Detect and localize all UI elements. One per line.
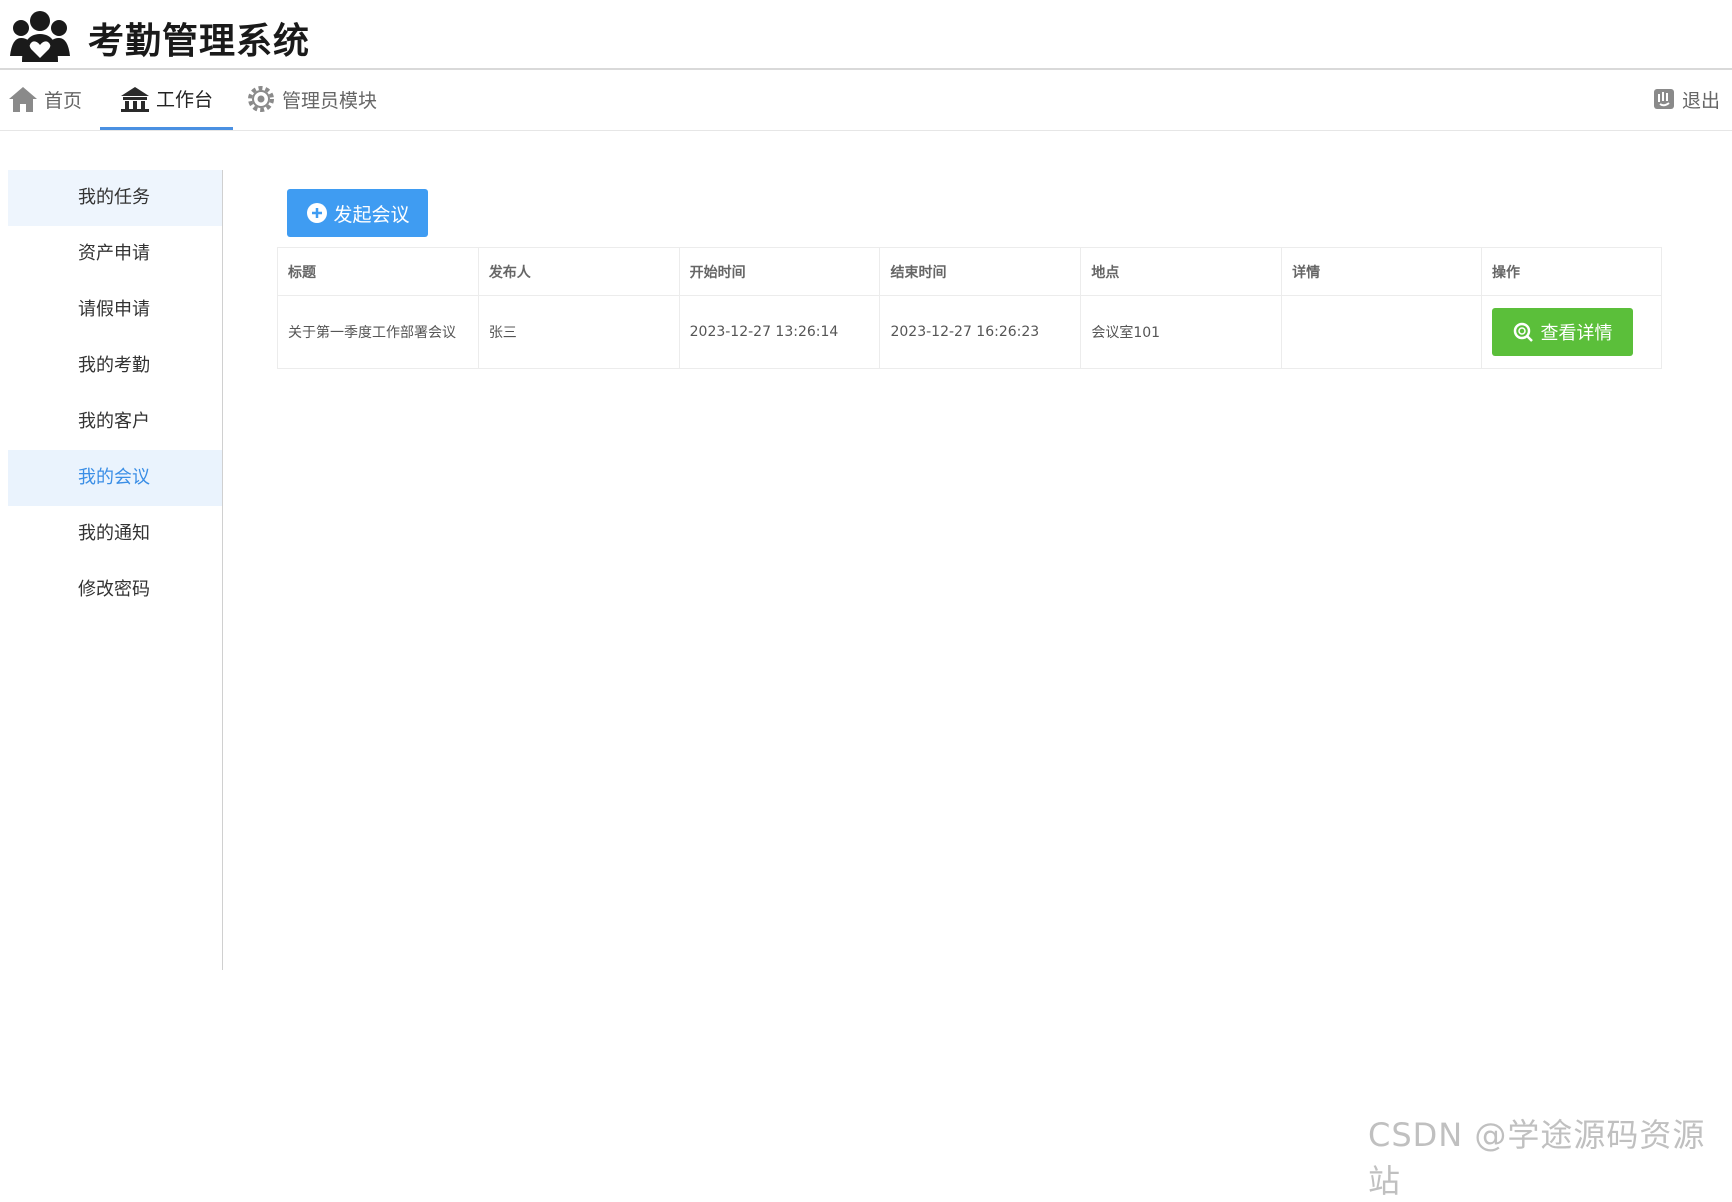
col-location: 地点: [1080, 247, 1283, 296]
home-icon: [9, 87, 37, 112]
table-header-row: 标题 发布人 开始时间 结束时间 地点 详情 操作: [277, 247, 1663, 296]
col-title: 标题: [277, 247, 479, 296]
top-nav: 首页 工作台 管理员模块 退出: [0, 70, 1732, 131]
nav-admin[interactable]: 管理员模块: [246, 70, 377, 128]
view-details-button[interactable]: 查看详情: [1491, 308, 1633, 356]
table-row: 关于第一季度工作部署会议 张三 2023-12-27 13:26:14 2023…: [277, 295, 1663, 369]
meetings-table: 标题 发布人 开始时间 结束时间 地点 详情 操作 关于第一季度工作部署会议 张…: [277, 247, 1663, 369]
sidebar-item-attendance[interactable]: 我的考勤: [8, 338, 222, 394]
nav-logout[interactable]: 退出: [1652, 70, 1720, 128]
col-end-time: 结束时间: [879, 247, 1082, 296]
new-meeting-label: 发起会议: [333, 203, 410, 226]
sidebar-item-leave-request[interactable]: 请假申请: [8, 282, 222, 338]
sidebar-item-notifications[interactable]: 我的通知: [8, 506, 222, 562]
nav-home[interactable]: 首页: [8, 70, 82, 128]
users-heart-icon: [10, 11, 70, 62]
watermark: CSDN @学途源码资源站: [1368, 1116, 1706, 1200]
nav-admin-label: 管理员模块: [282, 89, 378, 112]
col-start-time: 开始时间: [678, 247, 881, 296]
sidebar-item-customers[interactable]: 我的客户: [8, 394, 222, 450]
nav-logout-label: 退出: [1682, 89, 1721, 112]
view-details-label: 查看详情: [1540, 323, 1613, 344]
logout-hand-icon: [1654, 89, 1674, 109]
cell-start-time: 2023-12-27 13:26:14: [678, 295, 881, 369]
header: 考勤管理系统: [0, 0, 1732, 70]
nav-home-label: 首页: [44, 89, 83, 112]
sidebar-item-tasks[interactable]: 我的任务: [8, 170, 222, 226]
bank-icon: [121, 86, 149, 112]
cell-publisher: 张三: [477, 295, 680, 369]
sidebar: 我的任务 资产申请 请假申请 我的考勤 我的客户 我的会议 我的通知 修改密码: [8, 170, 223, 970]
col-action: 操作: [1480, 247, 1663, 296]
cell-title: 关于第一季度工作部署会议: [277, 295, 479, 369]
nav-workbench[interactable]: 工作台: [100, 70, 234, 130]
nav-workbench-label: 工作台: [156, 89, 214, 111]
cell-action: 查看详情: [1480, 295, 1663, 369]
gear-icon: [248, 86, 274, 112]
cell-end-time: 2023-12-27 16:26:23: [879, 295, 1082, 369]
sidebar-item-asset-request[interactable]: 资产申请: [8, 226, 222, 282]
new-meeting-button[interactable]: 发起会议: [287, 189, 428, 237]
col-publisher: 发布人: [477, 247, 680, 296]
app-title: 考勤管理系统: [88, 21, 311, 62]
sidebar-item-meetings[interactable]: 我的会议: [8, 450, 222, 506]
cell-location: 会议室101: [1080, 295, 1283, 369]
plus-circle-icon: [307, 203, 328, 223]
col-detail: 详情: [1281, 247, 1482, 296]
sidebar-item-change-password[interactable]: 修改密码: [8, 562, 222, 618]
search-icon: [1514, 322, 1534, 342]
cell-detail: [1281, 295, 1482, 369]
